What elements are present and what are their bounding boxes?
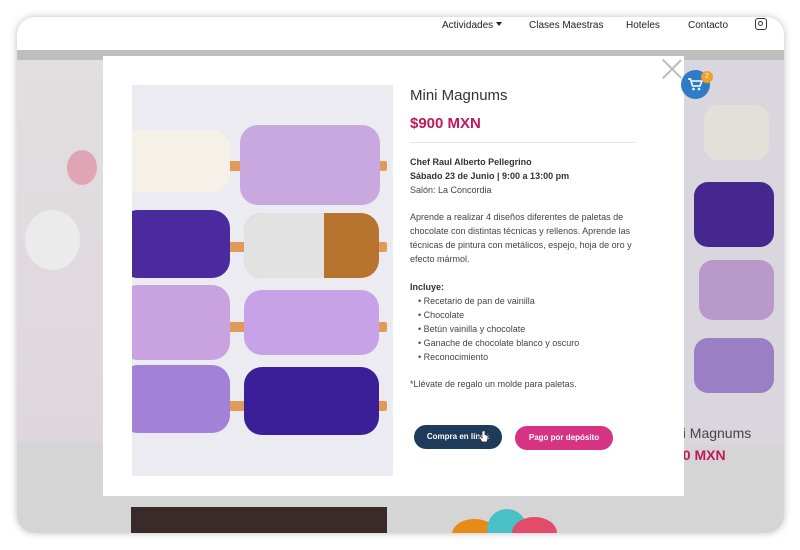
shopping-cart-icon [688, 78, 703, 91]
description-line: efecto mármol. [410, 254, 470, 264]
chef-name: Chef Raul Alberto Pellegrino [410, 157, 532, 167]
includes-item: • Ganache de chocolate blanco y oscuro [418, 338, 580, 348]
divider [410, 142, 635, 143]
description-line: chocolate con distintas técnicas y relle… [410, 226, 631, 236]
pay-by-deposit-button[interactable]: Pago por depósito [515, 426, 613, 450]
description-line: Aprende a realizar 4 diseños diferentes … [410, 212, 624, 222]
cart-count-badge: 2 [701, 71, 713, 83]
instagram-icon[interactable] [755, 18, 767, 30]
product-photo [132, 85, 393, 476]
close-icon[interactable] [661, 58, 683, 80]
nav-hoteles[interactable]: Hoteles [626, 20, 660, 31]
product-title: Mini Magnums [410, 87, 508, 104]
background-product-card [131, 507, 387, 533]
nav-contacto[interactable]: Contacto [688, 20, 728, 31]
gift-note: *Llévate de regalo un molde para paletas… [410, 379, 577, 389]
browser-frame: Actividades Clases Maestras Hoteles Cont… [17, 17, 784, 533]
event-venue: Salón: La Concordia [410, 185, 492, 195]
event-date: Sábado 23 de Junio | 9:00 a 13:00 pm [410, 171, 570, 181]
nav-actividades-label: Actividades [442, 20, 494, 31]
includes-item: • Chocolate [418, 310, 465, 320]
hand-cursor-icon [479, 430, 489, 443]
background-product-title[interactable]: ni Magnums [675, 425, 751, 441]
background-candy-image [452, 509, 562, 533]
nav-clases-maestras[interactable]: Clases Maestras [529, 20, 603, 31]
caret-down-icon [496, 22, 503, 26]
includes-heading: Incluye: [410, 282, 445, 292]
top-navigation: Actividades Clases Maestras Hoteles Cont… [17, 17, 784, 50]
includes-item: • Betún vainilla y chocolate [418, 324, 526, 334]
includes-item: • Recetario de pan de vainilla [418, 296, 535, 306]
product-price: $900 MXN [410, 115, 481, 132]
nav-actividades[interactable]: Actividades [442, 20, 503, 31]
includes-item: • Reconocimiento [418, 352, 489, 362]
description-line: técnicas de pintura con metálicos, espej… [410, 240, 632, 250]
